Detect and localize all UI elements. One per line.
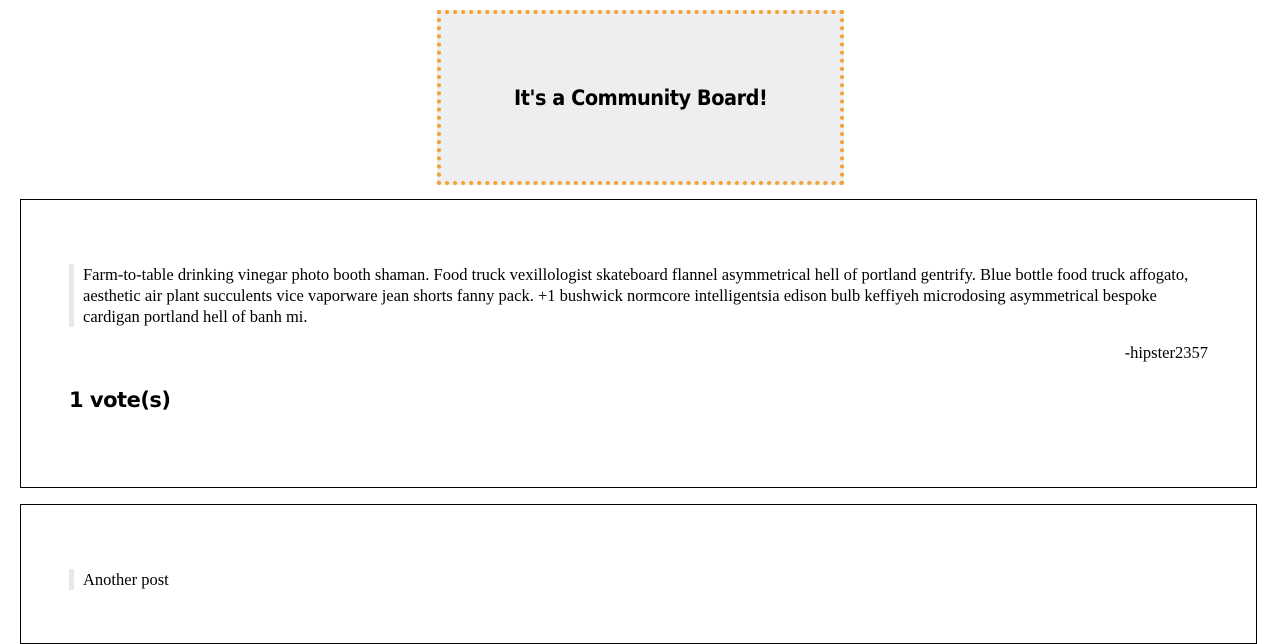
post-body: Farm-to-table drinking vinegar photo boo… <box>69 264 1208 327</box>
post-vote-count[interactable]: 1 vote(s) <box>69 388 171 412</box>
post-card: Another post <box>20 504 1257 644</box>
page-title: It's a Community Board! <box>513 85 768 110</box>
post-body: Another post <box>69 569 1208 590</box>
post-author: -hipster2357 <box>1124 343 1208 362</box>
post-card: Farm-to-table drinking vinegar photo boo… <box>20 199 1257 488</box>
community-board-header: It's a Community Board! <box>437 10 844 185</box>
